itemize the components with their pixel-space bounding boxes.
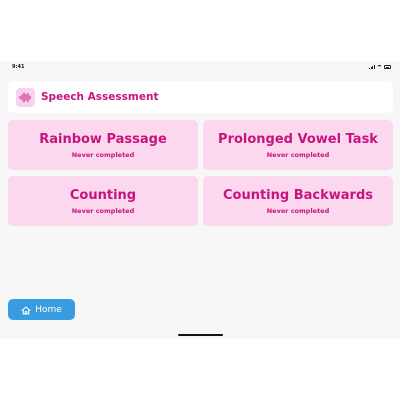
task-title: Rainbow Passage	[39, 131, 167, 147]
task-grid: Rainbow Passage Never completed Prolonge…	[8, 120, 393, 226]
page-title: Speech Assessment	[41, 91, 159, 103]
signal-icon	[369, 65, 375, 69]
task-status: Never completed	[71, 206, 135, 215]
task-status: Never completed	[266, 150, 330, 159]
app-header: Speech Assessment	[8, 81, 393, 113]
home-button[interactable]: Home	[8, 299, 75, 320]
home-button-label: Home	[35, 304, 62, 315]
wifi-icon	[377, 65, 382, 69]
battery-icon	[384, 65, 391, 69]
waveform-icon	[16, 87, 35, 107]
task-card-counting[interactable]: Counting Never completed	[8, 176, 198, 226]
task-title: Counting	[69, 187, 137, 203]
task-status: Never completed	[71, 150, 135, 159]
task-card-rainbow-passage[interactable]: Rainbow Passage Never completed	[8, 120, 198, 170]
task-card-prolonged-vowel[interactable]: Prolonged Vowel Task Never completed	[203, 120, 393, 170]
task-title: Counting Backwards	[222, 187, 373, 203]
home-indicator[interactable]	[178, 334, 223, 336]
task-card-counting-backwards[interactable]: Counting Backwards Never completed	[203, 176, 393, 226]
task-status: Never completed	[266, 206, 330, 215]
house-icon	[21, 300, 31, 319]
task-title: Prolonged Vowel Task	[218, 131, 378, 147]
app-screen: 9:41 Speech Assessment Rainbow Passage N…	[0, 61, 400, 339]
status-icons	[369, 65, 391, 69]
status-bar: 9:41	[0, 61, 400, 75]
status-time: 9:41	[12, 64, 25, 70]
